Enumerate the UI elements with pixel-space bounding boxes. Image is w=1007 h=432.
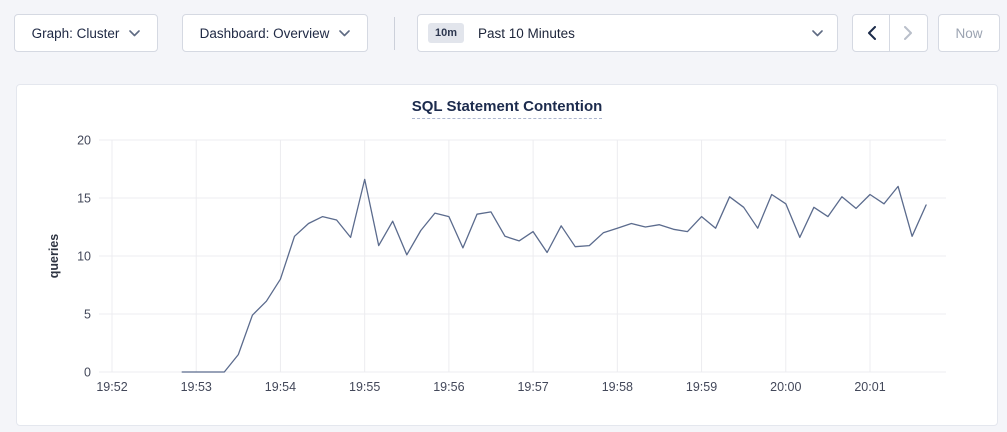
- chevron-right-icon: [904, 26, 913, 40]
- svg-text:19:55: 19:55: [349, 380, 380, 394]
- time-range-badge: 10m: [428, 23, 464, 43]
- svg-text:0: 0: [84, 366, 91, 380]
- svg-text:19:56: 19:56: [433, 380, 464, 394]
- line-chart-canvas: 0 5 10 15 20 19:52 19:53 19:54 19:55 19:56 19:57 19…: [17, 85, 997, 425]
- dashboard-dropdown[interactable]: Dashboard: Overview: [182, 14, 368, 52]
- now-button[interactable]: Now: [938, 14, 1000, 52]
- time-step-button-group: [852, 14, 928, 52]
- svg-text:19:53: 19:53: [181, 380, 212, 394]
- toolbar: Graph: Cluster Dashboard: Overview 10m P…: [0, 0, 1007, 66]
- chart-title[interactable]: SQL Statement Contention: [412, 98, 603, 119]
- chevron-down-icon: [129, 30, 140, 37]
- svg-text:19:58: 19:58: [602, 380, 633, 394]
- chevron-left-icon: [867, 26, 876, 40]
- svg-text:queries: queries: [47, 234, 61, 279]
- chevron-down-icon: [339, 30, 350, 37]
- chart-card: SQL Statement Contention 0 5 10 15 20 19:52 19…: [16, 84, 998, 426]
- chevron-down-icon: [812, 30, 823, 37]
- graph-dropdown-label: Graph: Cluster: [32, 26, 120, 41]
- svg-text:19:57: 19:57: [517, 380, 548, 394]
- time-step-forward-button[interactable]: [890, 15, 927, 51]
- svg-text:20:00: 20:00: [770, 380, 801, 394]
- graph-dropdown[interactable]: Graph: Cluster: [14, 14, 158, 52]
- time-step-back-button[interactable]: [853, 15, 890, 51]
- time-range-label: Past 10 Minutes: [478, 26, 812, 41]
- svg-text:10: 10: [77, 250, 91, 264]
- svg-text:19:52: 19:52: [96, 380, 127, 394]
- toolbar-divider: [394, 17, 395, 50]
- dashboard-dropdown-label: Dashboard: Overview: [200, 26, 330, 41]
- time-range-dropdown[interactable]: 10m Past 10 Minutes: [417, 14, 838, 52]
- svg-text:15: 15: [77, 192, 91, 206]
- svg-text:20:01: 20:01: [854, 380, 885, 394]
- svg-text:5: 5: [84, 308, 91, 322]
- svg-text:19:59: 19:59: [686, 380, 717, 394]
- svg-text:20: 20: [77, 134, 91, 148]
- svg-text:19:54: 19:54: [265, 380, 296, 394]
